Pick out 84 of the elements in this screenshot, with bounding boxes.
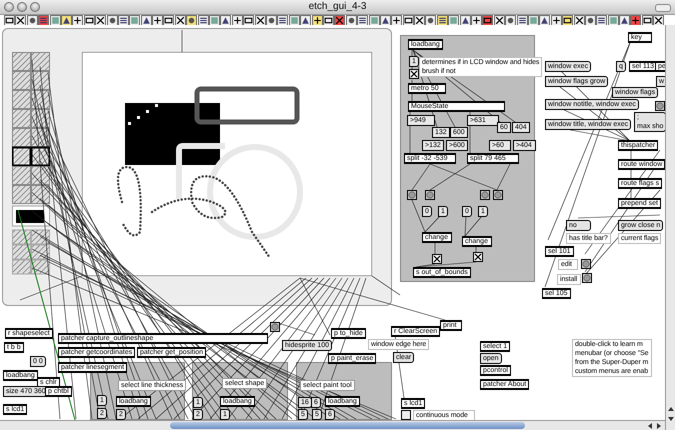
palette-tool-icon[interactable] bbox=[254, 15, 266, 26]
palette-tool-icon[interactable] bbox=[209, 15, 220, 26]
bang-button[interactable] bbox=[655, 101, 665, 111]
palette-tool-icon[interactable] bbox=[346, 15, 357, 26]
palette-tool-icon[interactable] bbox=[608, 15, 619, 26]
scroll-down-icon[interactable] bbox=[667, 415, 675, 423]
bang-button[interactable] bbox=[493, 190, 503, 200]
vertical-scrollbar[interactable] bbox=[665, 25, 675, 430]
palette-tool-icon[interactable] bbox=[220, 15, 232, 26]
palette-tool-icon[interactable] bbox=[84, 15, 95, 26]
palette-tool-icon[interactable] bbox=[106, 15, 118, 26]
palette-tool-icon[interactable] bbox=[152, 15, 164, 26]
palette-tool-icon[interactable] bbox=[334, 15, 346, 26]
toggle[interactable] bbox=[409, 69, 419, 79]
palette-tool-icon[interactable] bbox=[186, 15, 198, 26]
palette-tool-icon[interactable] bbox=[368, 15, 380, 26]
palette-tool-icon[interactable] bbox=[402, 15, 414, 26]
palette-tool-icon[interactable] bbox=[60, 15, 72, 26]
palette-tool-icon[interactable] bbox=[357, 15, 368, 26]
palette-tool-icon[interactable] bbox=[174, 15, 186, 26]
bang-button[interactable] bbox=[480, 190, 490, 200]
bang-button[interactable] bbox=[270, 322, 280, 332]
palette-tool-icon[interactable] bbox=[414, 15, 426, 26]
palette-tool-icon[interactable] bbox=[505, 15, 516, 26]
palette-tool-icon[interactable] bbox=[266, 15, 277, 26]
palette-tool-icon[interactable] bbox=[642, 15, 653, 26]
close-button[interactable] bbox=[4, 2, 14, 12]
palette-tool-icon[interactable] bbox=[118, 15, 129, 26]
palette-tool-icon[interactable] bbox=[448, 15, 460, 26]
palette-tool-icon[interactable] bbox=[516, 15, 528, 26]
scroll-up-icon[interactable] bbox=[667, 405, 675, 413]
palette-tool-icon[interactable] bbox=[198, 15, 209, 26]
palette-tool-icon[interactable] bbox=[72, 15, 84, 26]
scroll-right-icon[interactable] bbox=[655, 422, 663, 430]
window-title: etch_gui_4-3 bbox=[308, 1, 368, 12]
minimize-button[interactable] bbox=[17, 2, 27, 12]
lcd-drawing[interactable] bbox=[82, 52, 372, 276]
palette-tool-icon[interactable] bbox=[460, 15, 471, 26]
palette-tool-icon[interactable] bbox=[129, 15, 140, 26]
palette-tool-icon[interactable] bbox=[15, 15, 26, 26]
brush-palette-drawing[interactable] bbox=[12, 52, 50, 276]
scrollbar-thumb[interactable] bbox=[170, 422, 525, 429]
palette-tool-icon[interactable] bbox=[584, 15, 596, 26]
palette-tool-icon[interactable] bbox=[232, 15, 243, 26]
toolbar-toggle-button[interactable] bbox=[655, 4, 671, 12]
palette-tool-icon[interactable] bbox=[436, 15, 448, 26]
bang-button[interactable] bbox=[425, 190, 435, 200]
palette-tool-icon[interactable] bbox=[528, 15, 539, 26]
palette-tool-icon[interactable] bbox=[562, 15, 574, 26]
palette-tool-icon[interactable] bbox=[243, 15, 254, 26]
palette-tool-icon[interactable] bbox=[26, 15, 38, 26]
palette-tool-icon[interactable] bbox=[322, 15, 334, 26]
palette-tool-icon[interactable] bbox=[95, 15, 106, 26]
bang-button[interactable] bbox=[581, 259, 591, 269]
palette-tool-icon[interactable] bbox=[539, 15, 550, 26]
palette-tool-icon[interactable] bbox=[163, 15, 174, 26]
palette-tool-icon[interactable] bbox=[38, 15, 50, 26]
palette-tool-icon[interactable] bbox=[574, 15, 585, 26]
toggle[interactable] bbox=[401, 410, 411, 420]
scroll-left-icon[interactable] bbox=[646, 422, 654, 430]
palette-tool-icon[interactable] bbox=[140, 15, 152, 26]
palette-tool-icon[interactable] bbox=[300, 15, 312, 26]
palette-tool-icon[interactable] bbox=[653, 15, 664, 26]
palette-tool-icon[interactable] bbox=[596, 15, 608, 26]
toggle[interactable] bbox=[432, 254, 442, 264]
bang-button[interactable] bbox=[582, 273, 592, 283]
palette-tool-icon[interactable] bbox=[619, 15, 630, 26]
palette-tool-icon[interactable] bbox=[4, 15, 15, 26]
palette-tool-icon[interactable] bbox=[482, 15, 494, 26]
bang-button[interactable] bbox=[407, 190, 417, 200]
palette-tool-icon[interactable] bbox=[312, 15, 323, 26]
palette-tool-icon[interactable] bbox=[277, 15, 288, 26]
horizontal-scrollbar[interactable] bbox=[0, 420, 665, 430]
palette-tool-icon[interactable] bbox=[380, 15, 391, 26]
toggle[interactable] bbox=[473, 252, 483, 262]
zoom-button[interactable] bbox=[30, 2, 40, 12]
palette-tool-icon[interactable] bbox=[471, 15, 482, 26]
palette-tool-icon[interactable] bbox=[630, 15, 642, 26]
palette-tool-icon[interactable] bbox=[50, 15, 61, 26]
palette-tool-icon[interactable] bbox=[425, 15, 436, 26]
palette-tool-icon[interactable] bbox=[494, 15, 505, 26]
palette-tool-icon[interactable] bbox=[391, 15, 402, 26]
palette-tool-icon[interactable] bbox=[550, 15, 562, 26]
palette-tool-icon[interactable] bbox=[288, 15, 300, 26]
